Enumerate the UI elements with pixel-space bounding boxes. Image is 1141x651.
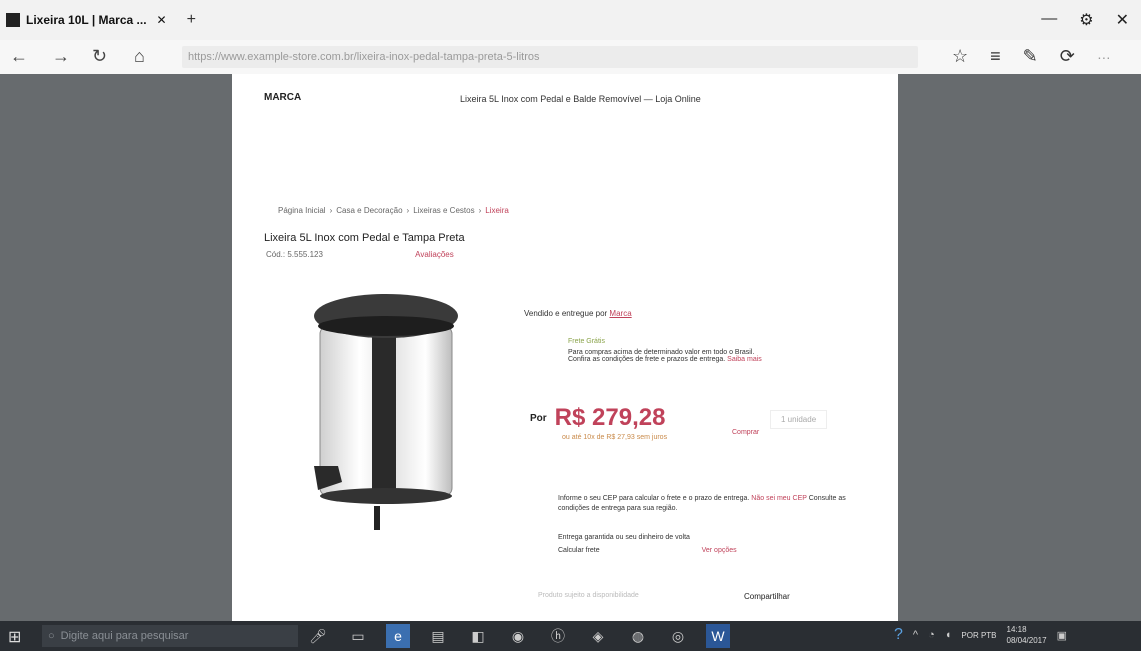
product-page: MARCA Lixeira 5L Inox com Pedal e Balde …: [232, 74, 898, 621]
shipping-info: Informe o seu CEP para calcular o frete …: [558, 494, 848, 514]
tab-title: Lixeira 10L | Marca ...: [26, 13, 147, 27]
delivery-title: Entrega garantida ou seu dinheiro de vol…: [558, 534, 690, 541]
store-icon[interactable]: ◧: [466, 624, 490, 648]
product-code: Cód.: 5.555.123: [266, 250, 323, 259]
breadcrumb-item-current[interactable]: Lixeira: [485, 206, 509, 215]
edge-browser-icon[interactable]: e: [386, 624, 410, 648]
refresh-icon[interactable]: ↻: [92, 46, 107, 67]
language-indicator[interactable]: POR PTB: [961, 630, 996, 641]
price-row: Por R$ 279,28: [530, 404, 665, 432]
product-title: Lixeira 5L Inox com Pedal e Tampa Preta: [264, 232, 465, 244]
forward-icon[interactable]: →: [52, 46, 70, 67]
taskbar-search[interactable]: ○ Digite aqui para pesquisar: [42, 625, 298, 647]
clock[interactable]: 14:18 08/04/2017: [1007, 624, 1047, 646]
system-tray: ? ^ ◔ ◖ POR PTB 14:18 08/04/2017 ▣: [894, 624, 1067, 646]
clock-time: 14:18: [1006, 625, 1027, 634]
breadcrumb-item[interactable]: Lixeiras e Cestos: [413, 206, 474, 215]
tray-chevron-icon[interactable]: ^: [913, 629, 918, 641]
reviews-link[interactable]: Avaliações: [415, 250, 454, 259]
browser-tab-bar: Lixeira 10L | Marca ... ✕ + — ⚙ ✕: [0, 0, 1141, 40]
tab-close-icon[interactable]: ✕: [157, 13, 167, 27]
windows-start-icon[interactable]: ⊞: [8, 627, 21, 647]
word-icon[interactable]: W: [706, 624, 730, 648]
page-background-left: [0, 74, 232, 621]
browser-tab[interactable]: Lixeira 10L | Marca ... ✕ +: [6, 8, 196, 32]
search-icon: ○: [48, 630, 55, 642]
more-icon[interactable]: …: [1097, 46, 1111, 67]
clock-date: 08/04/2017: [1006, 636, 1047, 645]
taskbar-apps: 🎤︎ ▭ e ▤ ◧ ◉ ⓗ ◈ ◍ ◎ W: [306, 624, 730, 648]
address-bar[interactable]: https://www.example-store.com.br/lixeira…: [182, 46, 918, 68]
page-background-right: [898, 74, 1141, 621]
notifications-icon[interactable]: ▣: [1057, 629, 1067, 642]
delivery-info: Entrega garantida ou seu dinheiro de vol…: [558, 534, 737, 554]
breadcrumb: Página Inicial › Casa e Decoração › Lixeir…: [278, 206, 509, 215]
browser-nav-bar: ← → ↻ ⌂ https://www.example-store.com.br…: [0, 40, 1141, 75]
close-window-icon[interactable]: ✕: [1116, 10, 1129, 30]
window-controls: — ⚙ ✕: [1041, 10, 1129, 30]
reading-list-icon[interactable]: ≡: [990, 46, 1001, 67]
product-image[interactable]: [310, 286, 470, 536]
availability-note: Produto sujeito a disponibilidade: [538, 592, 639, 599]
delivery-options-link[interactable]: Ver opções: [702, 547, 737, 554]
page-favicon-icon: [6, 13, 20, 27]
volume-icon[interactable]: ◖: [945, 629, 952, 641]
chrome-icon[interactable]: ◍: [626, 624, 650, 648]
browser-viewport: MARCA Lixeira 5L Inox com Pedal e Balde …: [0, 74, 1141, 621]
product-subinfo: Cód.: 5.555.123 Avaliações: [266, 250, 454, 259]
price-prefix: Por: [530, 412, 547, 424]
favorite-star-icon[interactable]: ☆: [952, 46, 968, 67]
header-note: Lixeira 5L Inox com Pedal e Balde Removí…: [460, 94, 701, 104]
task-view-icon[interactable]: ▭: [346, 624, 370, 648]
buy-link[interactable]: Comprar: [732, 429, 759, 436]
share-icon[interactable]: ⟳: [1060, 46, 1075, 67]
calculate-shipping[interactable]: Calcular frete: [558, 547, 600, 554]
network-icon[interactable]: ◔: [928, 629, 935, 641]
browser-toolbar: ☆ ≡ ✎ ⟳ …: [952, 46, 1111, 67]
app-icon[interactable]: ◉: [506, 624, 530, 648]
microphone-icon[interactable]: 🎤︎: [306, 624, 330, 648]
seller-link[interactable]: Marca: [609, 309, 631, 318]
free-shipping-tag: Frete Grátis: [568, 338, 605, 345]
shipping-text: Informe o seu CEP para calcular o frete …: [558, 495, 750, 502]
back-icon[interactable]: ←: [10, 46, 28, 67]
firefox-icon[interactable]: ◎: [666, 624, 690, 648]
installment-info: ou até 10x de R$ 27,93 sem juros: [562, 434, 668, 441]
app-icon[interactable]: ◈: [586, 624, 610, 648]
zip-help-link[interactable]: Não sei meu CEP: [751, 495, 807, 502]
home-icon[interactable]: ⌂: [134, 46, 145, 67]
file-explorer-icon[interactable]: ▤: [426, 624, 450, 648]
web-note-icon[interactable]: ✎: [1023, 46, 1038, 67]
taskbar: ⊞ ○ Digite aqui para pesquisar 🎤︎ ▭ e ▤ …: [0, 621, 1141, 651]
store-logo[interactable]: MARCA: [264, 92, 301, 103]
settings-icon[interactable]: ⚙: [1079, 10, 1093, 30]
share-link[interactable]: Compartilhar: [744, 592, 790, 601]
quantity-selector[interactable]: 1 unidade: [770, 410, 828, 429]
help-icon[interactable]: ?: [894, 626, 903, 644]
new-tab-icon[interactable]: +: [187, 11, 196, 29]
product-price: R$ 279,28: [554, 404, 666, 431]
breadcrumb-item[interactable]: Página Inicial: [278, 206, 326, 215]
breadcrumb-item[interactable]: Casa e Decoração: [336, 206, 402, 215]
seller-info: Vendido e entregue por Marca: [524, 309, 632, 318]
badge-link[interactable]: Saiba mais: [727, 356, 762, 363]
search-placeholder: Digite aqui para pesquisar: [60, 630, 189, 642]
hp-icon[interactable]: ⓗ: [546, 624, 570, 648]
sold-by-label: Vendido e entregue por: [524, 309, 608, 318]
minimize-icon[interactable]: —: [1041, 10, 1057, 30]
shipping-badge: Frete Grátis Para compras acima de deter…: [568, 338, 774, 363]
